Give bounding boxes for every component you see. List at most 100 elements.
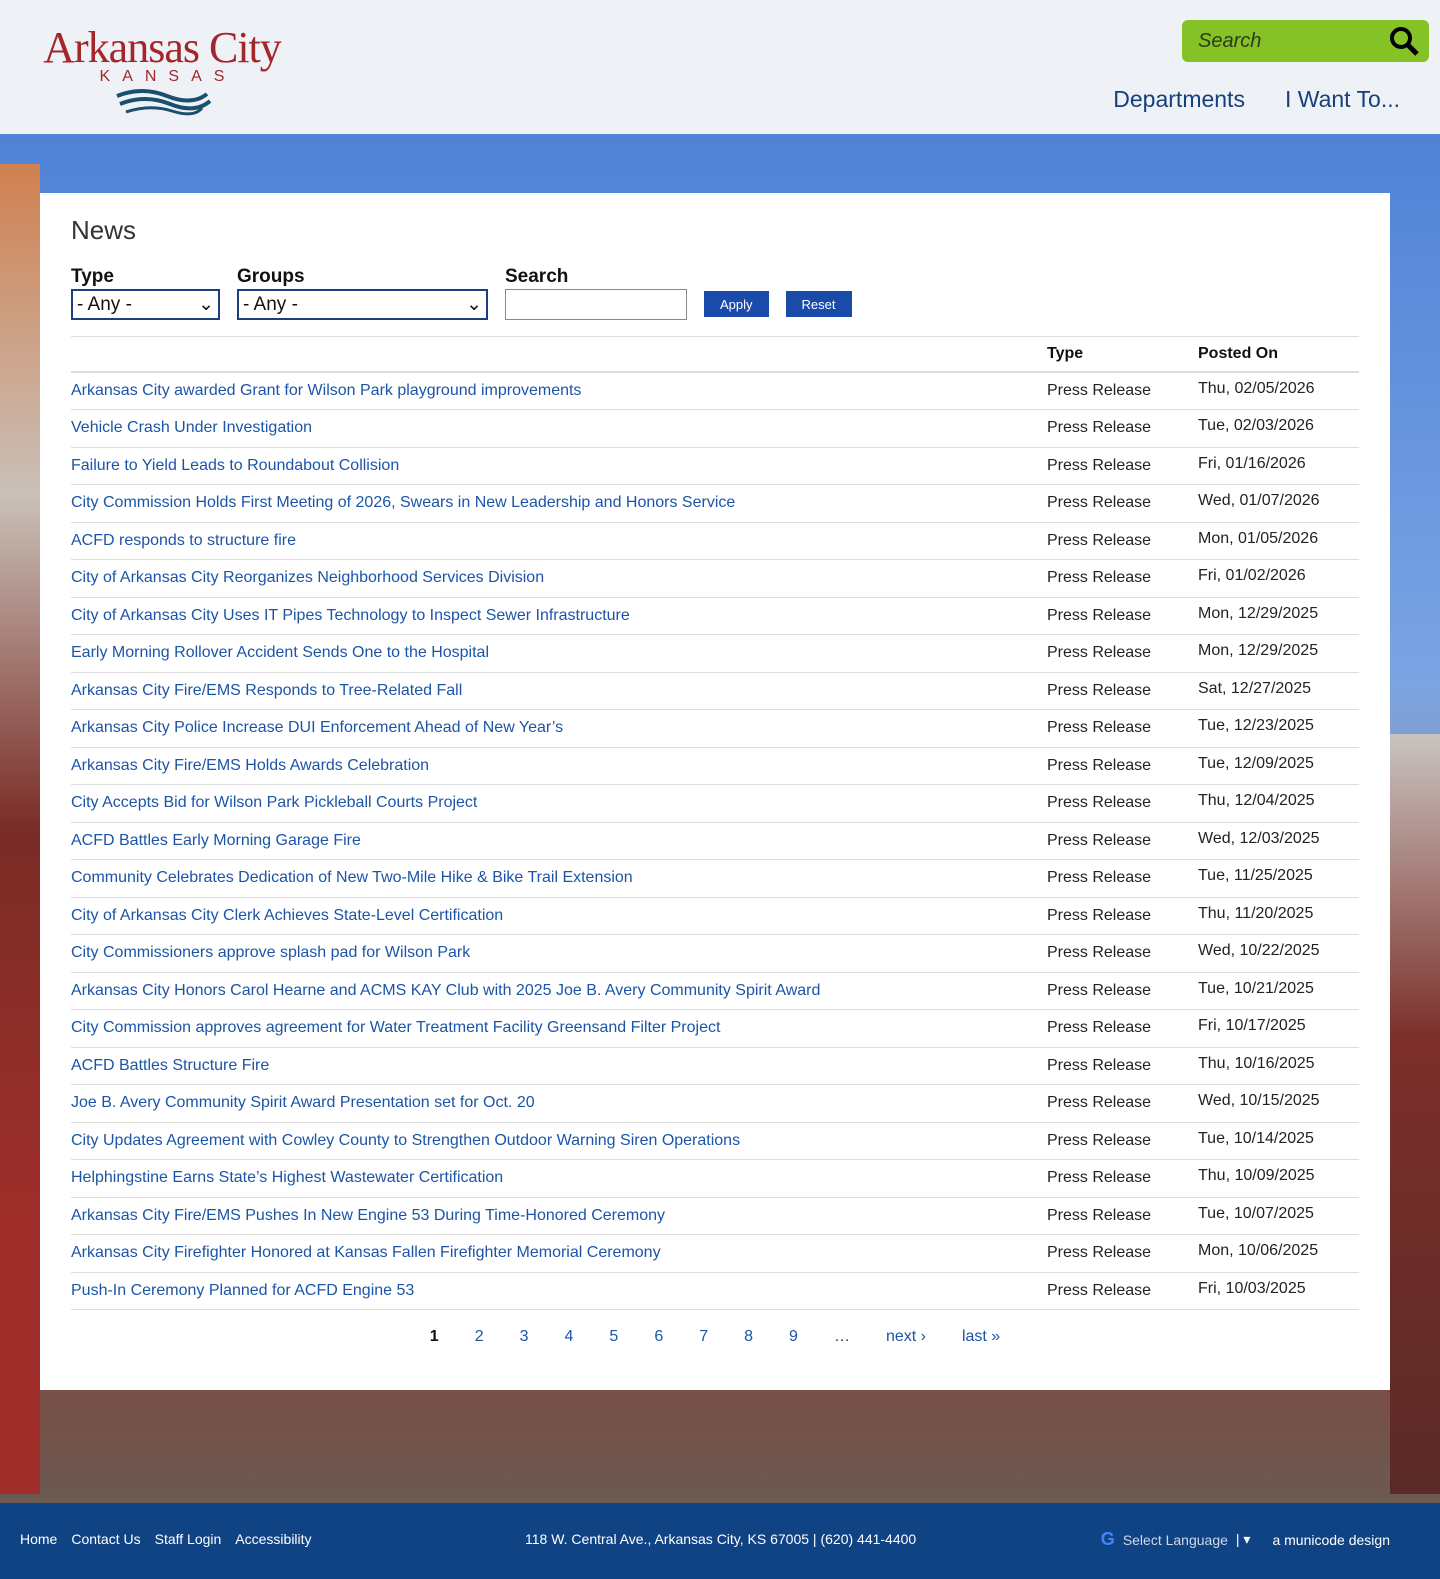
language-select[interactable]: Select Language: [1123, 1532, 1228, 1548]
page-current: 1: [429, 1328, 439, 1345]
news-type: Press Release: [1047, 484, 1198, 523]
news-link[interactable]: Community Celebrates Dedication of New T…: [71, 869, 633, 886]
news-date: Tue, 12/09/2025: [1198, 747, 1359, 785]
table-row: City of Arkansas City Clerk Achieves Sta…: [71, 897, 1359, 935]
page-link[interactable]: next ›: [886, 1328, 926, 1346]
google-icon: G: [1100, 1529, 1115, 1549]
news-link[interactable]: City of Arkansas City Clerk Achieves Sta…: [71, 907, 503, 924]
page-link[interactable]: 7: [699, 1328, 708, 1346]
news-type: Press Release: [1047, 859, 1198, 898]
news-link[interactable]: City Commissioners approve splash pad fo…: [71, 944, 470, 961]
table-row: City Commissioners approve splash pad fo…: [71, 934, 1359, 973]
municode-credit[interactable]: a municode design: [1272, 1532, 1390, 1548]
news-table: Type Posted On Arkansas City awarded Gra…: [71, 336, 1359, 1310]
page-link[interactable]: 8: [744, 1328, 753, 1346]
news-link[interactable]: ACFD Battles Structure Fire: [71, 1057, 269, 1074]
footer-accessibility[interactable]: Accessibility: [235, 1531, 311, 1547]
news-link[interactable]: City Commission approves agreement for W…: [71, 1019, 720, 1036]
news-link[interactable]: ACFD Battles Early Morning Garage Fire: [71, 832, 361, 849]
news-link[interactable]: City of Arkansas City Reorganizes Neighb…: [71, 569, 544, 586]
news-type: Press Release: [1047, 934, 1198, 973]
news-link[interactable]: Arkansas City Firefighter Honored at Kan…: [71, 1244, 661, 1261]
nav-i-want-to[interactable]: I Want To...: [1285, 86, 1400, 113]
news-type: Press Release: [1047, 1272, 1198, 1310]
footer-address: 118 W. Central Ave., Arkansas City, KS 6…: [525, 1531, 917, 1547]
news-date: Mon, 12/29/2025: [1198, 634, 1359, 673]
table-row: ACFD responds to structure fire Press Rel…: [71, 522, 1359, 560]
news-link[interactable]: City Updates Agreement with Cowley Count…: [71, 1132, 740, 1149]
news-type: Press Release: [1047, 822, 1198, 860]
news-link[interactable]: Push-In Ceremony Planned for ACFD Engine…: [71, 1282, 414, 1299]
news-date: Sat, 12/27/2025: [1198, 672, 1359, 710]
search-input[interactable]: [505, 289, 687, 320]
page-link: …: [833, 1328, 850, 1345]
apply-button[interactable]: Apply: [704, 291, 769, 317]
table-row: City Accepts Bid for Wilson Park Pickleb…: [71, 784, 1359, 823]
page-link[interactable]: last »: [962, 1328, 1000, 1346]
news-link[interactable]: Early Morning Rollover Accident Sends On…: [71, 644, 489, 661]
table-row: Arkansas City Fire/EMS Holds Awards Cele…: [71, 747, 1359, 785]
news-link[interactable]: Joe B. Avery Community Spirit Award Pres…: [71, 1094, 535, 1111]
table-row: ACFD Battles Structure Fire Press Release…: [71, 1047, 1359, 1085]
logo-title: Arkansas City: [43, 23, 282, 72]
page-link[interactable]: 4: [565, 1328, 574, 1346]
news-date: Tue, 02/03/2026: [1198, 409, 1359, 448]
groups-label: Groups: [237, 266, 305, 287]
news-link[interactable]: City Accepts Bid for Wilson Park Pickleb…: [71, 794, 477, 811]
news-link[interactable]: City of Arkansas City Uses IT Pipes Tech…: [71, 607, 630, 624]
news-type: Press Release: [1047, 1047, 1198, 1085]
page-link[interactable]: 2: [475, 1328, 484, 1346]
page-link[interactable]: 9: [789, 1328, 798, 1346]
filters: Type - Any - ⌄ Groups - Any - ⌄ Search App…: [71, 266, 1359, 320]
chevron-down-icon[interactable]: | ▾: [1236, 1531, 1251, 1548]
news-link[interactable]: Helphingstine Earns State’s Highest Wast…: [71, 1169, 503, 1186]
page-link[interactable]: 6: [654, 1328, 663, 1346]
page-title: News: [71, 215, 137, 245]
type-select[interactable]: - Any - ⌄: [71, 289, 220, 320]
news-link[interactable]: ACFD responds to structure fire: [71, 532, 296, 549]
news-type: Press Release: [1047, 672, 1198, 710]
news-type: Press Release: [1047, 372, 1198, 410]
site-logo[interactable]: Arkansas City KANSAS: [32, 26, 292, 116]
search-icon[interactable]: [1389, 26, 1419, 56]
news-link[interactable]: City Commission Holds First Meeting of 2…: [71, 494, 735, 511]
news-link[interactable]: Arkansas City Fire/EMS Holds Awards Cele…: [71, 757, 429, 774]
news-link[interactable]: Failure to Yield Leads to Roundabout Col…: [71, 457, 399, 474]
news-date: Wed, 10/22/2025: [1198, 934, 1359, 973]
news-type: Press Release: [1047, 447, 1198, 485]
news-type: Press Release: [1047, 1197, 1198, 1235]
news-link[interactable]: Arkansas City Police Increase DUI Enforc…: [71, 719, 563, 736]
reset-button[interactable]: Reset: [785, 291, 852, 317]
table-row: Arkansas City Fire/EMS Pushes In New Eng…: [71, 1197, 1359, 1235]
news-type: Press Release: [1047, 784, 1198, 823]
news-link[interactable]: Vehicle Crash Under Investigation: [71, 419, 312, 436]
footer-home[interactable]: Home: [20, 1531, 57, 1547]
news-date: Fri, 10/17/2025: [1198, 1009, 1359, 1048]
site-search-input[interactable]: Search: [1198, 30, 1389, 53]
groups-select[interactable]: - Any - ⌄: [237, 289, 488, 320]
type-value: - Any -: [77, 293, 132, 315]
news-date: Tue, 10/07/2025: [1198, 1197, 1359, 1235]
news-date: Thu, 12/04/2025: [1198, 784, 1359, 823]
site-search[interactable]: Search: [1182, 20, 1429, 62]
footer-contact[interactable]: Contact Us: [71, 1531, 140, 1547]
news-link[interactable]: Arkansas City awarded Grant for Wilson P…: [71, 382, 581, 399]
news-date: Tue, 12/23/2025: [1198, 709, 1359, 748]
page-link[interactable]: 3: [520, 1328, 529, 1346]
news-link[interactable]: Arkansas City Honors Carol Hearne and AC…: [71, 982, 820, 999]
col-type[interactable]: Type: [1047, 336, 1198, 373]
search-label: Search: [505, 266, 569, 287]
news-type: Press Release: [1047, 1009, 1198, 1048]
news-type: Press Release: [1047, 1084, 1198, 1123]
nav-departments[interactable]: Departments: [1113, 86, 1245, 113]
site-header: Arkansas City KANSAS Search Departments …: [0, 0, 1440, 134]
footer-staff-login[interactable]: Staff Login: [155, 1531, 222, 1547]
news-date: Tue, 10/21/2025: [1198, 972, 1359, 1010]
table-row: City Commission approves agreement for W…: [71, 1009, 1359, 1048]
news-date: Mon, 01/05/2026: [1198, 522, 1359, 560]
news-link[interactable]: Arkansas City Fire/EMS Pushes In New Eng…: [71, 1207, 665, 1224]
page-link[interactable]: 5: [609, 1328, 618, 1346]
news-type: Press Release: [1047, 1122, 1198, 1160]
col-posted-on[interactable]: Posted On: [1198, 336, 1359, 373]
news-link[interactable]: Arkansas City Fire/EMS Responds to Tree-…: [71, 682, 462, 699]
